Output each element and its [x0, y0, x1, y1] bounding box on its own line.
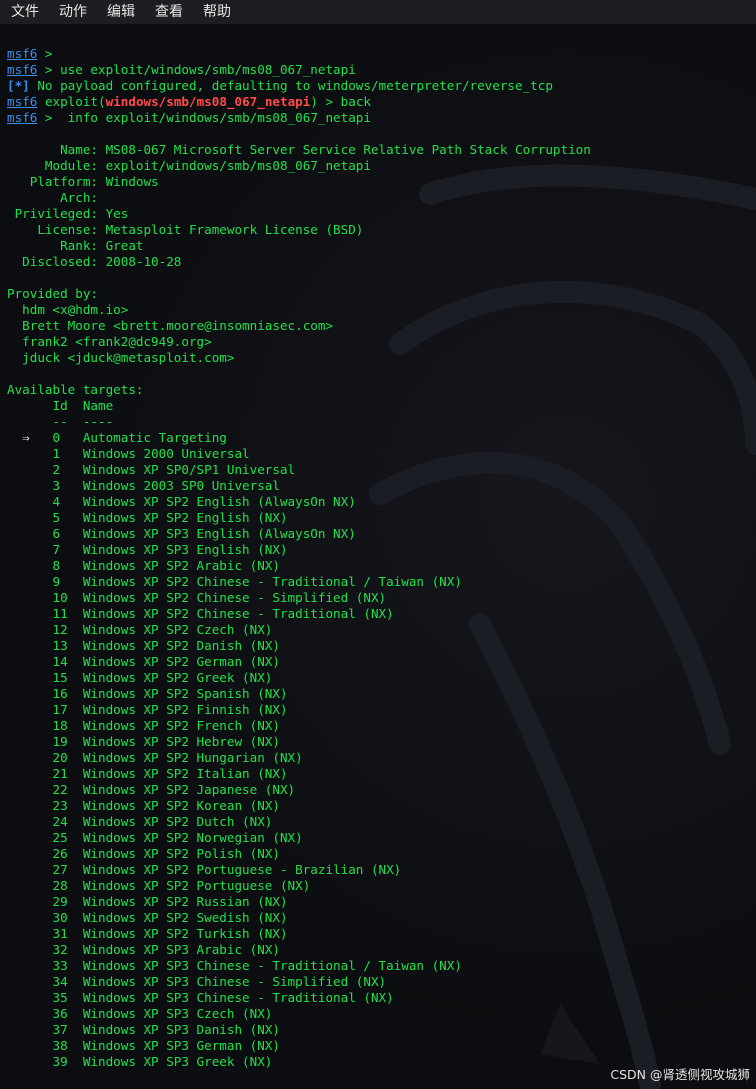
- target-row: 15 Windows XP SP2 Greek (NX): [7, 670, 273, 685]
- author-line: Brett Moore <brett.moore@insomniasec.com…: [7, 318, 334, 333]
- target-row: 4 Windows XP SP2 English (AlwaysOn NX): [7, 494, 356, 509]
- msf-prompt: msf6: [7, 46, 38, 61]
- menu-view[interactable]: 查看: [143, 0, 191, 24]
- target-row: 17 Windows XP SP2 Finnish (NX): [7, 702, 288, 717]
- target-row: 35 Windows XP SP3 Chinese - Traditional …: [7, 990, 394, 1005]
- exploit-close: ): [310, 94, 318, 109]
- info-arch: Arch:: [7, 190, 98, 205]
- msf-prompt: msf6: [7, 62, 38, 77]
- target-row: 16 Windows XP SP2 Spanish (NX): [7, 686, 288, 701]
- terminal-area[interactable]: msf6 > msf6 > use exploit/windows/smb/ms…: [0, 24, 756, 1089]
- command-text: info exploit/windows/smb/ms08_067_netapi: [67, 110, 371, 125]
- menu-file[interactable]: 文件: [0, 0, 47, 24]
- provided-by-heading: Provided by:: [7, 286, 98, 301]
- target-row: 30 Windows XP SP2 Swedish (NX): [7, 910, 288, 925]
- target-row: 32 Windows XP SP3 Arabic (NX): [7, 942, 280, 957]
- target-row: 10 Windows XP SP2 Chinese - Simplified (…: [7, 590, 387, 605]
- targets-heading: Available targets:: [7, 382, 144, 397]
- target-row: 8 Windows XP SP2 Arabic (NX): [7, 558, 280, 573]
- target-row: 11 Windows XP SP2 Chinese - Traditional …: [7, 606, 394, 621]
- target-row: 22 Windows XP SP2 Japanese (NX): [7, 782, 296, 797]
- info-module: Module: exploit/windows/smb/ms08_067_net…: [7, 158, 371, 173]
- target-row: 3 Windows 2003 SP0 Universal: [7, 478, 280, 493]
- target-row: 39 Windows XP SP3 Greek (NX): [7, 1054, 273, 1069]
- exploit-word: exploit(: [44, 94, 106, 109]
- target-row: 29 Windows XP SP2 Russian (NX): [7, 894, 288, 909]
- target-row: 14 Windows XP SP2 German (NX): [7, 654, 280, 669]
- info-marker: [*]: [7, 78, 30, 93]
- command-text: use exploit/windows/smb/ms08_067_netapi: [60, 62, 356, 77]
- target-row: 33 Windows XP SP3 Chinese - Traditional …: [7, 958, 462, 973]
- command-line: msf6 > use exploit/windows/smb/ms08_067_…: [7, 62, 356, 77]
- info-license: License: Metasploit Framework License (B…: [7, 222, 364, 237]
- target-row: 27 Windows XP SP2 Portuguese - Brazilian…: [7, 862, 402, 877]
- prompt-line: msf6 >: [7, 46, 53, 61]
- info-disclosed: Disclosed: 2008-10-28: [7, 254, 182, 269]
- target-row: 9 Windows XP SP2 Chinese - Traditional /…: [7, 574, 462, 589]
- target-row: 36 Windows XP SP3 Czech (NX): [7, 1006, 273, 1021]
- terminal-output: msf6 > msf6 > use exploit/windows/smb/ms…: [7, 46, 591, 1070]
- msf-prompt: msf6: [7, 94, 38, 109]
- menu-action[interactable]: 动作: [47, 0, 95, 24]
- target-row: 31 Windows XP SP2 Turkish (NX): [7, 926, 288, 941]
- targets-divider: -- ----: [7, 414, 114, 429]
- target-row: 26 Windows XP SP2 Polish (NX): [7, 846, 280, 861]
- target-row: 24 Windows XP SP2 Dutch (NX): [7, 814, 273, 829]
- menu-edit[interactable]: 编辑: [95, 0, 143, 24]
- exploit-path: windows/smb/ms08_067_netapi: [105, 94, 311, 109]
- target-row: 12 Windows XP SP2 Czech (NX): [7, 622, 273, 637]
- target-row: 20 Windows XP SP2 Hungarian (NX): [7, 750, 303, 765]
- target-row-text: 0 Automatic Targeting: [29, 430, 227, 445]
- target-row: 19 Windows XP SP2 Hebrew (NX): [7, 734, 280, 749]
- info-privileged: Privileged: Yes: [7, 206, 129, 221]
- target-row: 28 Windows XP SP2 Portuguese (NX): [7, 878, 311, 893]
- selected-arrow-icon: ⇒: [7, 430, 30, 445]
- target-row: 18 Windows XP SP2 French (NX): [7, 718, 280, 733]
- info-name: Name: MS08-067 Microsoft Server Service …: [7, 142, 591, 157]
- target-row: 7 Windows XP SP3 English (NX): [7, 542, 288, 557]
- target-row: 37 Windows XP SP3 Danish (NX): [7, 1022, 280, 1037]
- target-row: 38 Windows XP SP3 German (NX): [7, 1038, 280, 1053]
- msf-prompt: msf6: [7, 110, 38, 125]
- target-row: 2 Windows XP SP0/SP1 Universal: [7, 462, 296, 477]
- notice-text: No payload configured, defaulting to win…: [37, 78, 553, 93]
- notice-line: [*] No payload configured, defaulting to…: [7, 78, 591, 94]
- target-row-selected: ⇒ 0 Automatic Targeting: [7, 430, 591, 446]
- author-line: jduck <jduck@metasploit.com>: [7, 350, 235, 365]
- csdn-watermark: CSDN @肾透侧视攻城狮: [610, 1067, 750, 1082]
- target-row: 21 Windows XP SP2 Italian (NX): [7, 766, 288, 781]
- info-rank: Rank: Great: [7, 238, 144, 253]
- target-row: 1 Windows 2000 Universal: [7, 446, 250, 461]
- menu-bar: 文件 动作 编辑 查看 帮助: [0, 0, 756, 24]
- target-row: 23 Windows XP SP2 Korean (NX): [7, 798, 280, 813]
- author-line: frank2 <frank2@dc949.org>: [7, 334, 212, 349]
- menu-help[interactable]: 帮助: [191, 0, 239, 24]
- command-text: back: [340, 94, 372, 109]
- target-row: 34 Windows XP SP3 Chinese - Simplified (…: [7, 974, 387, 989]
- author-line: hdm <x@hdm.io>: [7, 302, 129, 317]
- targets-header: Id Name: [7, 398, 114, 413]
- info-platform: Platform: Windows: [7, 174, 159, 189]
- target-row: 25 Windows XP SP2 Norwegian (NX): [7, 830, 303, 845]
- command-line: msf6 > info exploit/windows/smb/ms08_067…: [7, 110, 371, 125]
- target-row: 5 Windows XP SP2 English (NX): [7, 510, 288, 525]
- command-line: msf6 exploit(windows/smb/ms08_067_netapi…: [7, 94, 372, 109]
- target-list: 1 Windows 2000 Universal 2 Windows XP SP…: [7, 446, 591, 1070]
- target-row: 6 Windows XP SP3 English (AlwaysOn NX): [7, 526, 356, 541]
- target-row: 13 Windows XP SP2 Danish (NX): [7, 638, 280, 653]
